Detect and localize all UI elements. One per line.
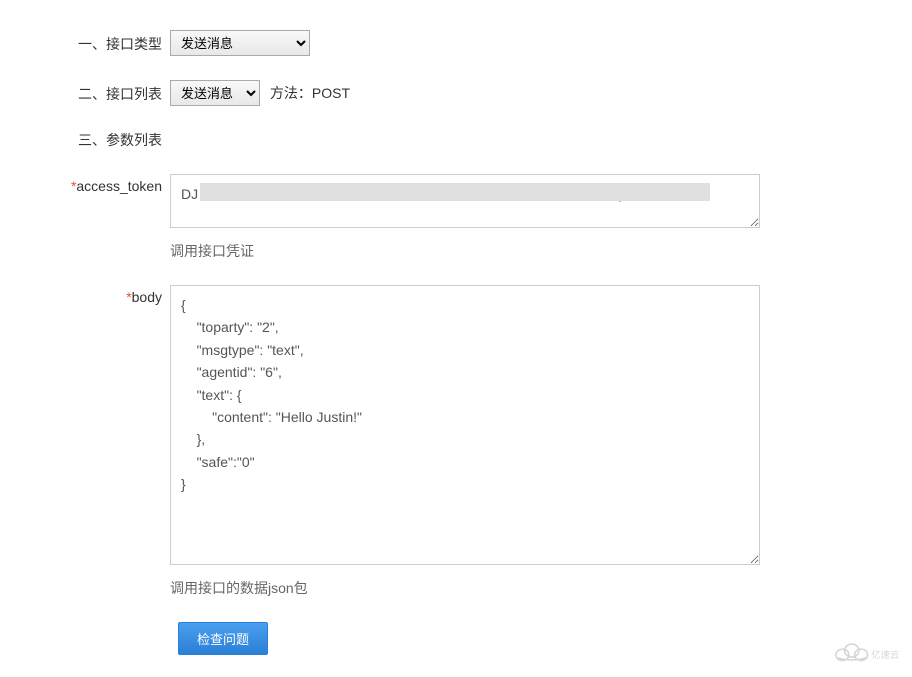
svg-text:亿速云: 亿速云	[871, 649, 899, 661]
interface-list-select[interactable]: 发送消息	[170, 80, 260, 106]
access-token-value: DJ dHcQWncJ 调用接口凭证	[170, 174, 872, 261]
watermark: 亿速云	[828, 638, 900, 669]
access-token-input[interactable]: DJ dHcQWncJ	[170, 174, 760, 228]
body-label: *body	[40, 285, 170, 305]
access-token-label: *access_token	[40, 174, 170, 194]
interface-list-row: 二、接口列表 发送消息 方法：POST	[40, 80, 872, 106]
access-token-hint: 调用接口凭证	[170, 241, 872, 261]
interface-list-value: 发送消息 方法：POST	[170, 80, 872, 106]
body-input[interactable]: { "toparty": "2", "msgtype": "text", "ag…	[170, 285, 760, 565]
interface-type-select[interactable]: 发送消息	[170, 30, 310, 56]
interface-list-label: 二、接口列表	[40, 80, 170, 104]
interface-type-row: 一、接口类型 发送消息	[40, 30, 872, 56]
body-value: { "toparty": "2", "msgtype": "text", "ag…	[170, 285, 872, 598]
cloud-logo-icon: 亿速云	[828, 638, 900, 666]
body-row: *body { "toparty": "2", "msgtype": "text…	[40, 285, 872, 598]
interface-type-value: 发送消息	[170, 30, 872, 56]
check-problem-button[interactable]: 检查问题	[178, 622, 268, 655]
interface-type-label: 一、接口类型	[40, 30, 170, 54]
param-list-row: 三、参数列表	[40, 130, 872, 150]
body-hint: 调用接口的数据json包	[170, 578, 872, 598]
access-token-row: *access_token DJ dHcQWncJ 调用接口凭证	[40, 174, 872, 261]
param-list-label: 三、参数列表	[40, 130, 170, 150]
submit-row: 检查问题	[178, 622, 872, 655]
method-label: 方法：POST	[270, 85, 350, 101]
